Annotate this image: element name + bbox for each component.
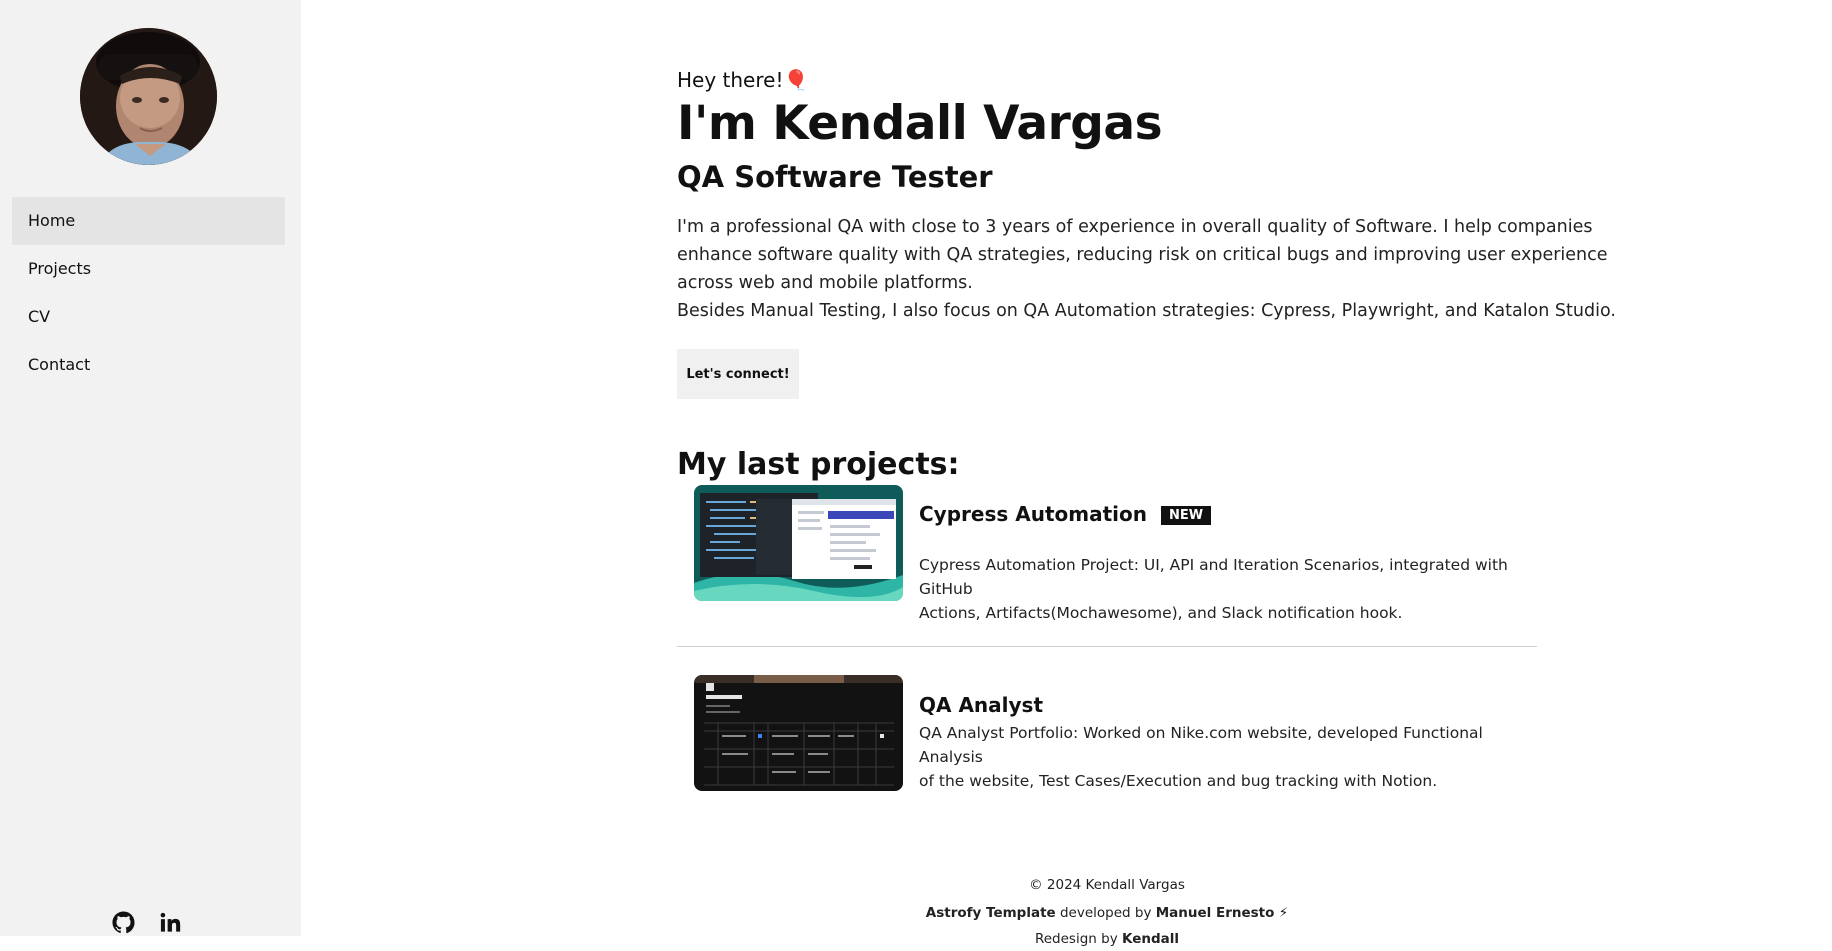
redesign-line: Redesign by Kendall	[677, 931, 1537, 951]
project-title-text[interactable]: QA Analyst	[919, 693, 1043, 717]
project-description: QA Analyst Portfolio: Worked on Nike.com…	[919, 721, 1539, 793]
greeting: Hey there!🎈	[677, 68, 809, 92]
project-description: Cypress Automation Project: UI, API and …	[919, 553, 1539, 625]
project-card-qa-analyst[interactable]: QA Analyst QA Analyst Portfolio: Worked …	[694, 675, 1537, 791]
profile-avatar	[80, 28, 217, 165]
bio-line: across web and mobile platforms.	[677, 273, 973, 293]
template-link[interactable]: Astrofy Template	[926, 905, 1056, 921]
project-title[interactable]: Cypress Automation NEW	[919, 502, 1212, 526]
project-desc-line: QA Analyst Portfolio: Worked on Nike.com…	[919, 724, 1483, 766]
project-card-cypress[interactable]: Cypress Automation NEW Cypress Automation…	[694, 485, 1537, 622]
sidebar-item-home[interactable]: Home	[12, 197, 285, 245]
new-badge: NEW	[1160, 506, 1212, 525]
project-title-text[interactable]: Cypress Automation	[919, 502, 1147, 526]
credits-text: developed by	[1055, 905, 1156, 921]
project-desc-line: Cypress Automation Project: UI, API and …	[919, 556, 1508, 598]
sidebar-item-projects[interactable]: Projects	[12, 245, 285, 293]
project-thumbnail[interactable]	[694, 675, 903, 791]
page-title: I'm Kendall Vargas	[677, 96, 1163, 151]
bolt-icon: ⚡	[1274, 905, 1289, 921]
github-icon[interactable]	[112, 911, 135, 934]
social-links	[112, 911, 182, 934]
footer: © 2024 Kendall Vargas Astrofy Template d…	[677, 875, 1537, 951]
role-subtitle: QA Software Tester	[677, 160, 993, 194]
bio-line: enhance software quality with QA strateg…	[677, 245, 1608, 265]
bio-line: I'm a professional QA with close to 3 ye…	[677, 217, 1593, 237]
redesign-text: Redesign by	[1034, 931, 1122, 947]
avatar-photo	[80, 28, 217, 165]
project-desc-line: of the website, Test Cases/Execution and…	[919, 772, 1438, 790]
project-title[interactable]: QA Analyst	[919, 693, 1043, 717]
developer-link[interactable]: Manuel Ernesto	[1156, 905, 1275, 921]
copyright-text: © 2024 Kendall Vargas	[1029, 877, 1185, 893]
bio-line: Besides Manual Testing, I also focus on …	[677, 301, 1616, 321]
project-desc-line: Actions, Artifacts(Mochawesome), and Sla…	[919, 604, 1403, 622]
divider	[677, 646, 1537, 647]
project-thumbnail[interactable]	[694, 485, 903, 601]
linkedin-icon[interactable]	[159, 911, 182, 934]
sidebar: Home Projects CV Contact	[0, 0, 301, 936]
credits-line: Astrofy Template developed by Manuel Ern…	[677, 903, 1537, 931]
redesigner-name: Kendall	[1121, 931, 1180, 947]
projects-heading: My last projects:	[677, 447, 960, 482]
sidebar-nav: Home Projects CV Contact	[12, 197, 285, 389]
connect-button[interactable]: Let's connect!	[677, 349, 799, 399]
sidebar-item-cv[interactable]: CV	[12, 293, 285, 341]
sidebar-item-contact[interactable]: Contact	[12, 341, 285, 389]
bio-text: I'm a professional QA with close to 3 ye…	[677, 213, 1616, 325]
